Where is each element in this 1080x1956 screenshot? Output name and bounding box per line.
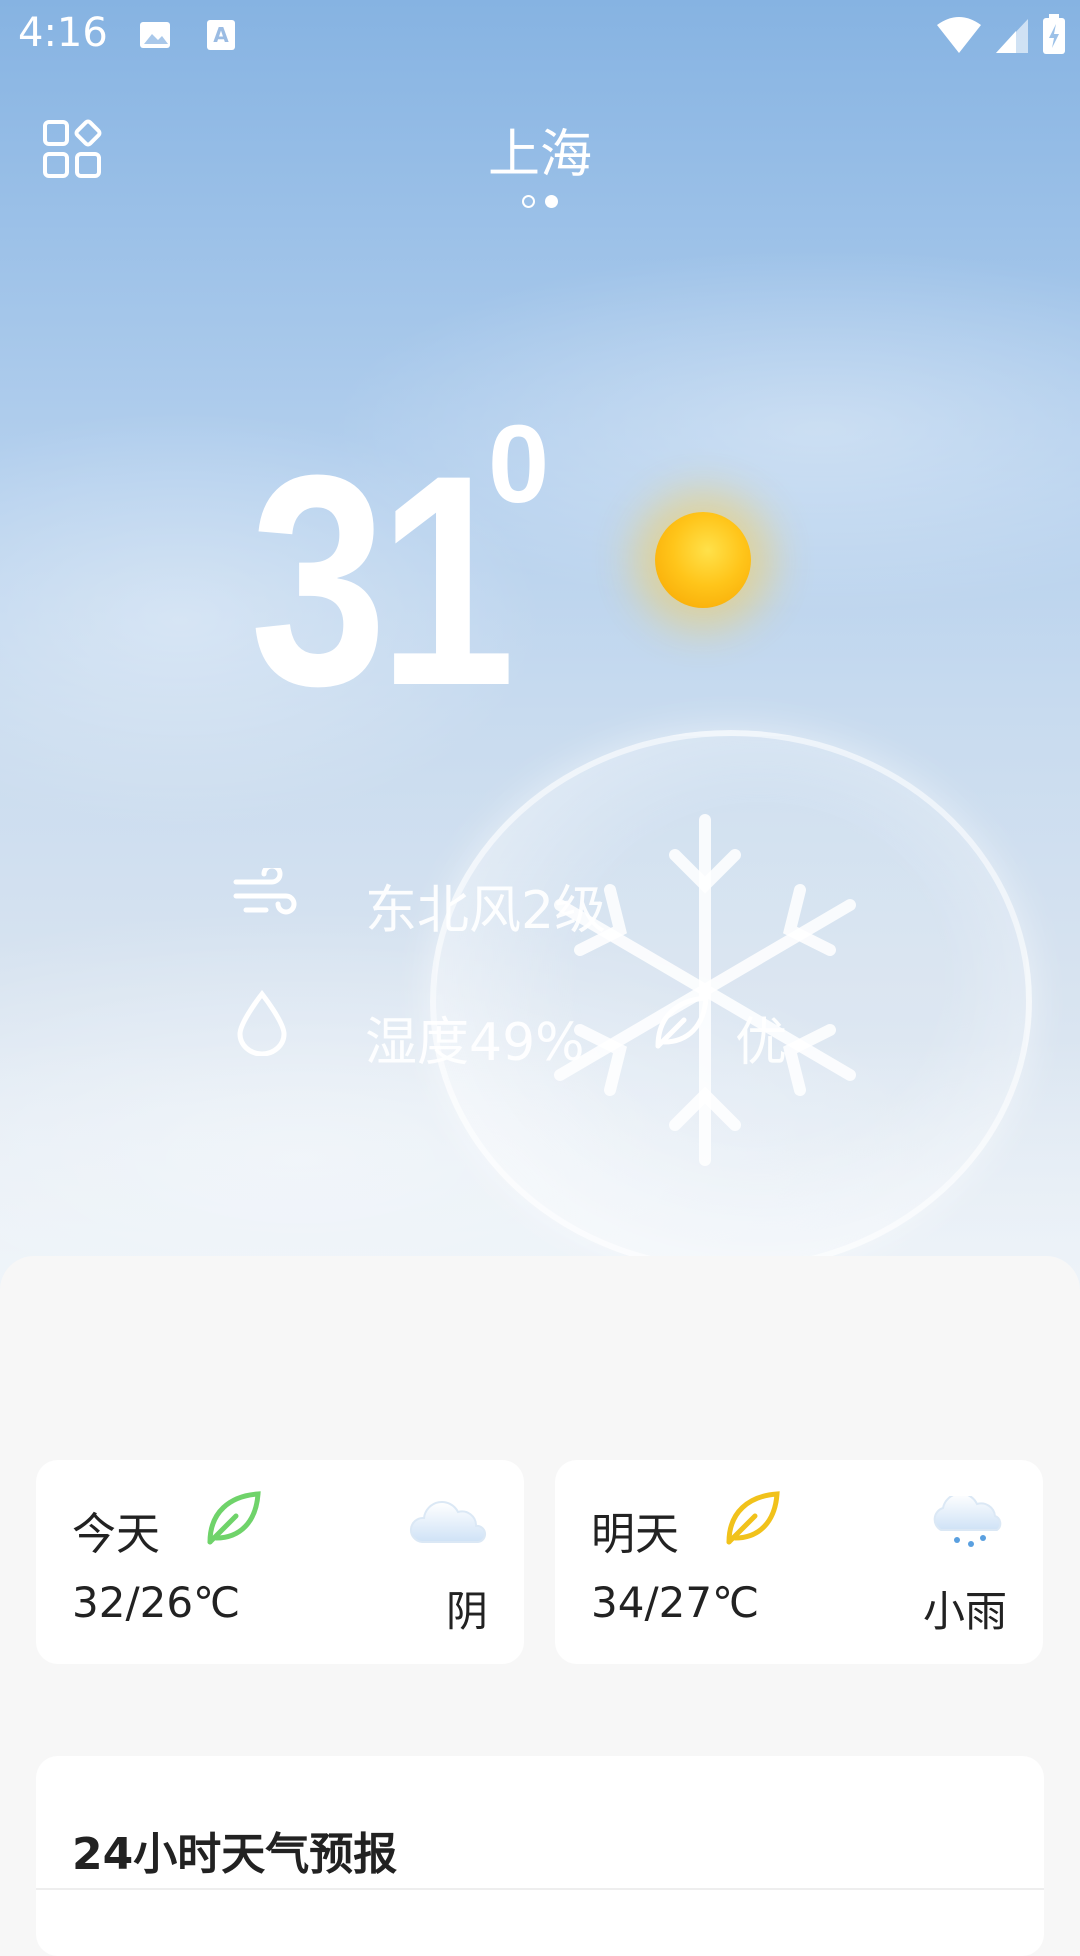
page-dot-1 xyxy=(522,195,535,208)
today-condition: 阴 xyxy=(445,1587,488,1636)
degree-symbol: 0 xyxy=(488,403,550,526)
tomorrow-condition: 小雨 xyxy=(922,1587,1007,1636)
today-temp-range: 32/26℃ xyxy=(72,1578,241,1627)
light-rain-icon xyxy=(933,1496,1002,1547)
tomorrow-label: 明天 xyxy=(591,1509,679,1560)
divider xyxy=(36,1888,1044,1890)
air-quality-leaf-icon xyxy=(655,995,709,1049)
page-indicator xyxy=(0,195,1080,208)
hourly-forecast-card[interactable]: 24小时天气预报 xyxy=(36,1756,1044,1956)
wifi-icon xyxy=(937,17,981,53)
sun-icon xyxy=(655,512,751,608)
a-icon: A xyxy=(207,20,235,50)
signal-icon xyxy=(996,19,1028,53)
air-quality-text: 优 xyxy=(735,1013,788,1073)
humidity-drop-icon xyxy=(237,990,287,1056)
city-name[interactable]: 上海 xyxy=(0,112,1080,187)
battery-charging-icon xyxy=(1043,14,1065,54)
tomorrow-card[interactable]: 明天 34/27℃ 小雨 xyxy=(555,1460,1043,1664)
leaf-icon xyxy=(726,1491,780,1545)
page-dot-2-active xyxy=(545,195,558,208)
humidity-text: 湿度49% xyxy=(365,1013,585,1073)
wind-icon xyxy=(233,868,297,915)
wind-text: 东北风2级 xyxy=(365,881,607,941)
svg-text:A: A xyxy=(213,23,229,47)
today-card[interactable]: 今天 32/26℃ 阴 xyxy=(36,1460,524,1664)
cloud-icon xyxy=(410,1501,487,1543)
snowflake-icon xyxy=(554,814,856,1166)
hourly-forecast-title: 24小时天气预报 xyxy=(72,1829,398,1880)
status-bar: 4:16 A xyxy=(0,0,1080,72)
status-right-icons xyxy=(936,14,1066,56)
tomorrow-temp-range: 34/27℃ xyxy=(591,1578,760,1627)
leaf-icon xyxy=(207,1491,261,1545)
today-label: 今天 xyxy=(72,1509,160,1560)
image-icon xyxy=(140,22,170,48)
current-temperature: 31 xyxy=(250,412,515,748)
status-time: 4:16 xyxy=(18,10,108,56)
